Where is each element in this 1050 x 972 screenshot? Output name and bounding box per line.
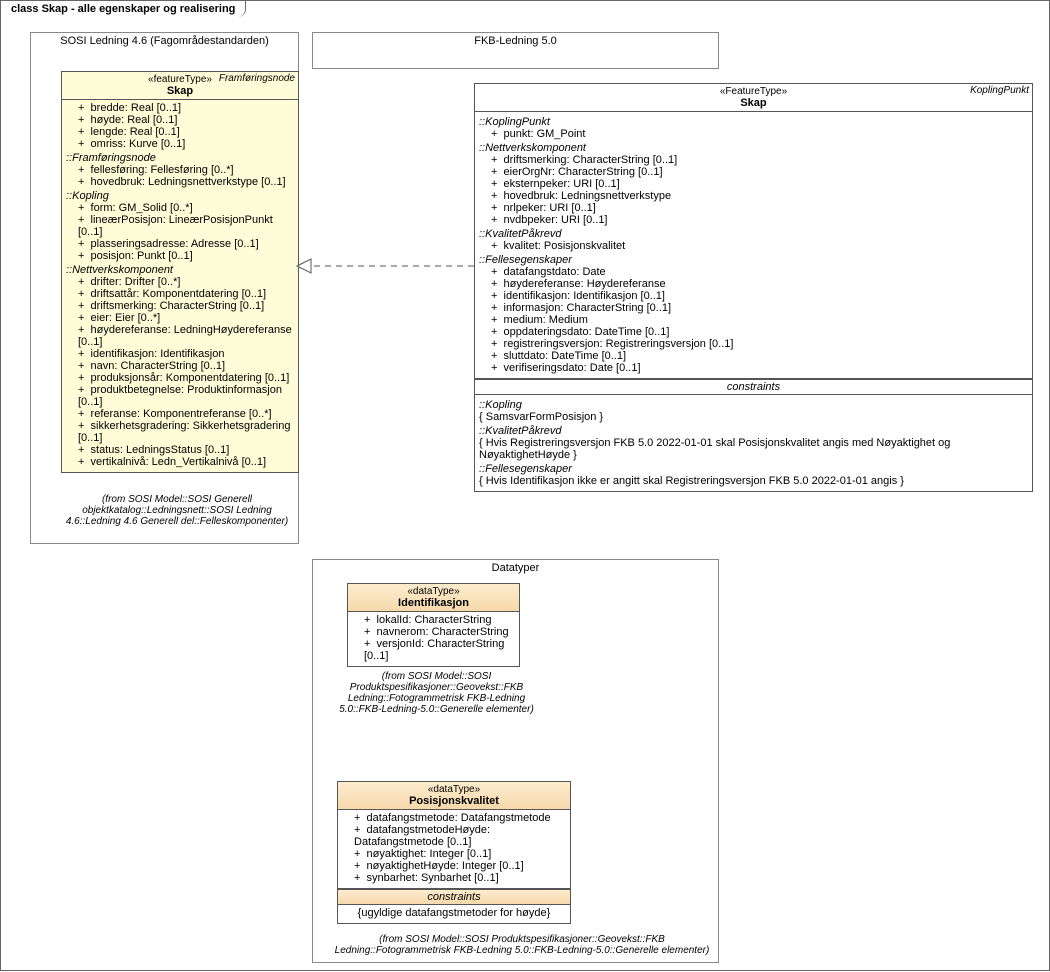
- attribute: produktbetegnelse: Produktinformasjon [0…: [66, 384, 294, 408]
- attribute: posisjon: Punkt [0..1]: [66, 250, 294, 262]
- constraint-group: ::Fellesegenskaper: [479, 463, 1028, 475]
- attribute: versjonId: CharacterString [0..1]: [352, 638, 515, 662]
- class-posisjonskvalitet: «dataType» Posisjonskvalitet datafangstm…: [337, 781, 571, 924]
- constraint-text: { Hvis Identifikasjon ikke er angitt ska…: [479, 475, 1028, 487]
- tab-title: Skap - alle egenskaper og realisering: [42, 3, 236, 15]
- attribute: oppdateringsdato: DateTime [0..1]: [479, 326, 1028, 338]
- class-skap-sosi-name: Skap: [64, 85, 296, 97]
- package-fkb-title: FKB-Ledning 5.0: [313, 33, 718, 49]
- attribute: form: GM_Solid [0..*]: [66, 202, 294, 214]
- attribute: identifikasjon: Identifikasjon [0..1]: [479, 290, 1028, 302]
- attribute: driftsmerking: CharacterString [0..1]: [479, 154, 1028, 166]
- attribute: datafangstdato: Date: [479, 266, 1028, 278]
- group-head: ::Nettverkskomponent: [479, 142, 1028, 154]
- attribute: nrlpeker: URI [0..1]: [479, 202, 1028, 214]
- class-poskval-name: Posisjonskvalitet: [340, 795, 568, 807]
- constraint-group: ::Kopling: [479, 399, 1028, 411]
- class-ident-stereo: «dataType»: [350, 586, 517, 597]
- group-head: ::Framføringsnode: [66, 152, 294, 164]
- attribute: drifter: Drifter [0..*]: [66, 276, 294, 288]
- attribute: hovedbruk: Ledningsnettverkstype [0..1]: [66, 176, 294, 188]
- attribute: driftsmerking: CharacterString [0..1]: [66, 300, 294, 312]
- attribute: bredde: Real [0..1]: [66, 102, 294, 114]
- attribute: synbarhet: Synbarhet [0..1]: [342, 872, 566, 884]
- attribute: fellesføring: Fellesføring [0..*]: [66, 164, 294, 176]
- group-head: ::KoplingPunkt: [479, 116, 1028, 128]
- class-skap-fkb-stereo: «FeatureType»: [477, 86, 1030, 97]
- class-ident-name: Identifikasjon: [350, 597, 517, 609]
- attribute: lengde: Real [0..1]: [66, 126, 294, 138]
- attribute: eier: Eier [0..*]: [66, 312, 294, 324]
- attribute: driftsattår: Komponentdatering [0..1]: [66, 288, 294, 300]
- group-head: ::KvalitetPåkrevd: [479, 228, 1028, 240]
- class-ident-source: (from SOSI Model::SOSI Produktspesifikas…: [333, 668, 540, 718]
- attribute: høydereferanse: Høydereferanse: [479, 278, 1028, 290]
- attribute: nøyaktighetHøyde: Integer [0..1]: [342, 860, 566, 872]
- attribute: datafangstmetodeHøyde: Datafangstmetode …: [342, 824, 566, 848]
- attribute: plasseringsadresse: Adresse [0..1]: [66, 238, 294, 250]
- class-skap-fkb-note: KoplingPunkt: [970, 85, 1029, 96]
- constraints-title: constraints: [475, 379, 1032, 395]
- attribute: punkt: GM_Point: [479, 128, 1028, 140]
- attribute: kvalitet: Posisjonskvalitet: [479, 240, 1028, 252]
- attribute: sluttdato: DateTime [0..1]: [479, 350, 1028, 362]
- package-fkb: FKB-Ledning 5.0: [312, 32, 719, 69]
- attribute: høydereferanse: LedningHøydereferanse [0…: [66, 324, 294, 348]
- class-skap-sosi-source: (from SOSI Model::SOSI Generell objektka…: [51, 491, 303, 530]
- attribute: verifiseringsdato: Date [0..1]: [479, 362, 1028, 374]
- class-identifikasjon: «dataType» Identifikasjon lokalId: Chara…: [347, 583, 520, 667]
- attribute: vertikalnivå: Ledn_Vertikalnivå [0..1]: [66, 456, 294, 468]
- diagram-tab: class Skap - alle egenskaper og realiser…: [0, 0, 246, 17]
- group-head: ::Kopling: [66, 190, 294, 202]
- attribute: hovedbruk: Ledningsnettverkstype: [479, 190, 1028, 202]
- attribute: eierOrgNr: CharacterString [0..1]: [479, 166, 1028, 178]
- attribute: omriss: Kurve [0..1]: [66, 138, 294, 150]
- constraints-title: constraints: [338, 889, 570, 905]
- class-poskval-stereo: «dataType»: [340, 784, 568, 795]
- constraint-text: { Hvis Registreringsversjon FKB 5.0 2022…: [479, 437, 1028, 461]
- attribute: registreringsversjon: Registreringsversj…: [479, 338, 1028, 350]
- tab-prefix: class: [11, 3, 42, 15]
- attribute: sikkerhetsgradering: Sikkerhetsgradering…: [66, 420, 294, 444]
- attribute: lokalId: CharacterString: [352, 614, 515, 626]
- attribute: lineærPosisjon: LineærPosisjonPunkt [0..…: [66, 214, 294, 238]
- package-datatyper-title: Datatyper: [313, 560, 718, 576]
- attribute: nvdbpeker: URI [0..1]: [479, 214, 1028, 226]
- attribute: datafangstmetode: Datafangstmetode: [342, 812, 566, 824]
- group-head: ::Nettverkskomponent: [66, 264, 294, 276]
- attribute: medium: Medium: [479, 314, 1028, 326]
- class-poskval-source: (from SOSI Model::SOSI Produktspesifikas…: [321, 931, 723, 959]
- attribute: informasjon: CharacterString [0..1]: [479, 302, 1028, 314]
- constraint-text: { SamsvarFormPosisjon }: [479, 411, 1028, 423]
- attribute: høyde: Real [0..1]: [66, 114, 294, 126]
- class-skap-sosi: Framføringsnode «featureType» Skap bredd…: [61, 71, 299, 473]
- package-sosi-title: SOSI Ledning 4.6 (Fagområdestandarden): [31, 33, 298, 49]
- attribute: nøyaktighet: Integer [0..1]: [342, 848, 566, 860]
- constraint-group: ::KvalitetPåkrevd: [479, 425, 1028, 437]
- attribute: status: LedningsStatus [0..1]: [66, 444, 294, 456]
- class-skap-fkb-name: Skap: [477, 97, 1030, 109]
- attribute: identifikasjon: Identifikasjon: [66, 348, 294, 360]
- attribute: navn: CharacterString [0..1]: [66, 360, 294, 372]
- attribute: produksjonsår: Komponentdatering [0..1]: [66, 372, 294, 384]
- attribute: navnerom: CharacterString: [352, 626, 515, 638]
- group-head: ::Fellesegenskaper: [479, 254, 1028, 266]
- uml-diagram: class Skap - alle egenskaper og realiser…: [0, 0, 1050, 971]
- attribute: eksternpeker: URI [0..1]: [479, 178, 1028, 190]
- class-skap-sosi-note: Framføringsnode: [219, 73, 295, 84]
- constraint-text: {ugyldige datafangstmetoder for høyde}: [338, 905, 570, 923]
- attribute: referanse: Komponentreferanse [0..*]: [66, 408, 294, 420]
- class-skap-fkb: KoplingPunkt «FeatureType» Skap ::Koplin…: [474, 83, 1033, 492]
